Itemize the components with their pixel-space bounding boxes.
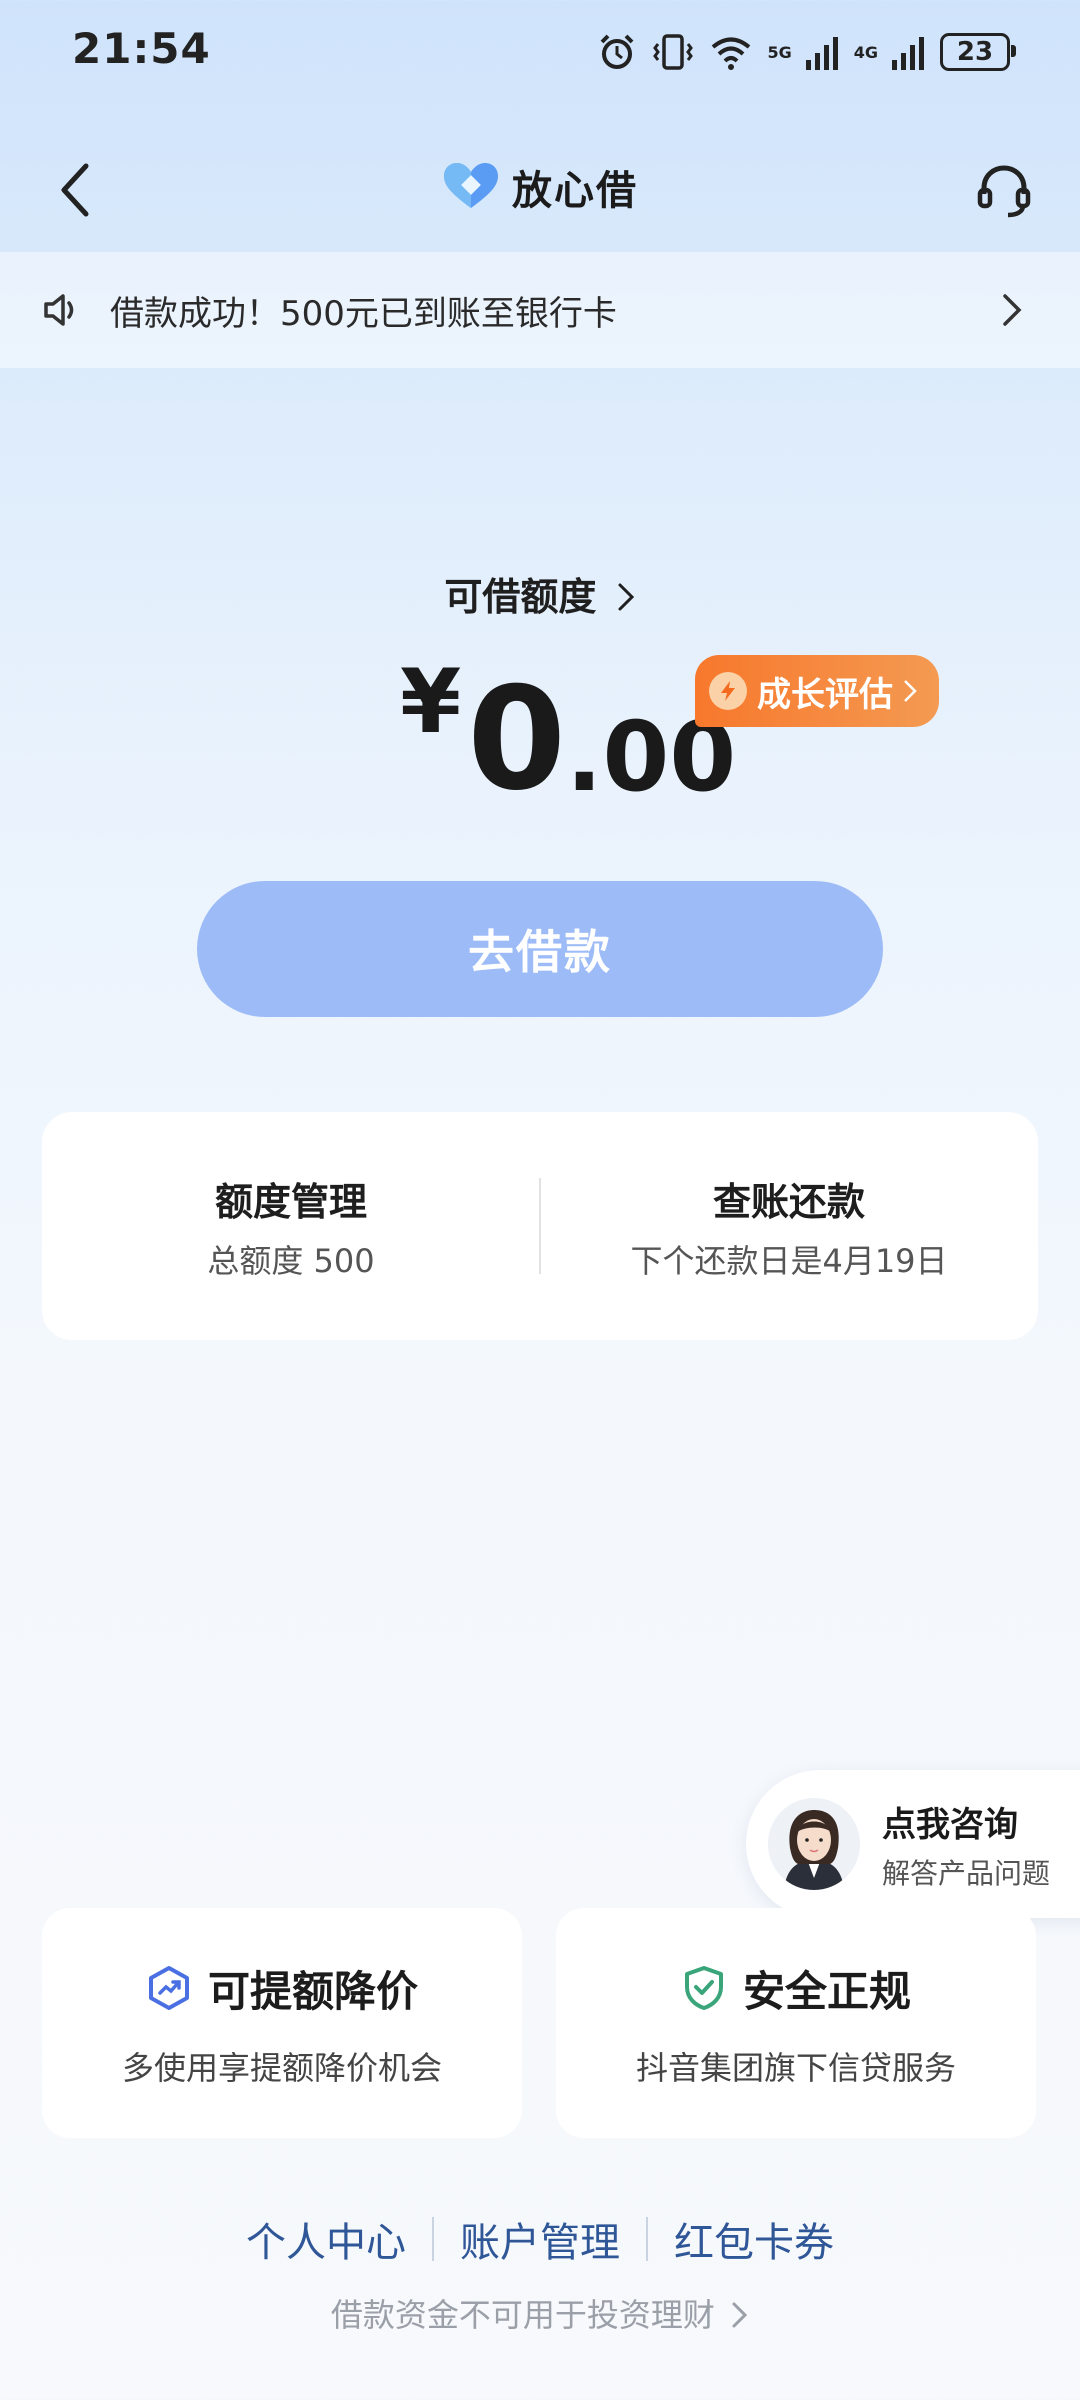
bill-repayment-title: 查账还款 <box>712 1179 865 1224</box>
vibrate-icon <box>653 34 694 70</box>
chevron-right-icon <box>732 2302 748 2328</box>
disclaimer-link[interactable]: 借款资金不可用于投资理财 <box>0 2290 1080 2336</box>
network-5g-label: 5G <box>767 42 792 62</box>
disclaimer-text: 借款资金不可用于投资理财 <box>330 2296 715 2334</box>
headset-icon <box>977 165 1031 218</box>
personal-center-link[interactable]: 个人中心 <box>220 2210 432 2268</box>
status-icons: 5G 4G 23 <box>597 28 1016 76</box>
consult-title: 点我咨询 <box>882 1804 1018 1845</box>
amount-integer: 0 <box>467 657 567 822</box>
battery-indicator: 23 <box>940 33 1016 71</box>
footer-links: 个人中心 账户管理 红包卡券 <box>0 2210 1080 2268</box>
notice-text: 借款成功！500元已到账至银行卡 <box>110 293 617 334</box>
chevron-right-icon <box>618 583 634 611</box>
feature-title: 安全正规 <box>742 1966 911 2016</box>
next-repayment-date: 下个还款日是4月19日 <box>630 1241 948 1280</box>
customer-service-button[interactable] <box>964 150 1044 230</box>
chevron-right-icon <box>904 680 917 702</box>
account-card: 额度管理 总额度 500 查账还款 下个还款日是4月19日 <box>42 1112 1038 1340</box>
network-4g-label: 4G <box>853 42 878 62</box>
agent-avatar <box>768 1798 860 1890</box>
brand: 放心借 <box>0 158 1080 216</box>
battery-level: 23 <box>956 37 994 67</box>
coupons-link[interactable]: 红包卡券 <box>648 2210 860 2268</box>
wifi-icon <box>712 37 751 70</box>
account-management-link[interactable]: 账户管理 <box>434 2210 646 2268</box>
growth-assessment-badge[interactable]: 成长评估 <box>695 655 939 727</box>
check-shield-icon <box>684 1966 723 2010</box>
total-limit-text: 总额度 500 <box>207 1241 375 1280</box>
limit-management-title: 额度管理 <box>214 1179 367 1224</box>
signal-4g-icon <box>892 37 924 70</box>
consult-subtitle: 解答产品问题 <box>882 1856 1051 1890</box>
heart-logo-icon <box>444 163 498 208</box>
chevron-right-icon <box>1003 294 1022 326</box>
notice-bar[interactable]: 借款成功！500元已到账至银行卡 <box>0 252 1080 368</box>
credit-amount: ¥ 0 .00 <box>400 650 736 811</box>
badge-label: 成长评估 <box>757 674 893 715</box>
limit-management[interactable]: 额度管理 总额度 500 <box>42 1112 540 1340</box>
bill-repayment[interactable]: 查账还款 下个还款日是4月19日 <box>540 1112 1038 1340</box>
signal-5g-icon <box>805 37 838 70</box>
feature-subtitle: 抖音集团旗下信贷服务 <box>635 2048 956 2087</box>
credit-limit-link[interactable]: 可借额度 <box>0 566 1080 621</box>
credit-label: 可借额度 <box>444 575 597 619</box>
borrow-button[interactable]: 去借款 <box>197 881 883 1017</box>
currency-symbol: ¥ <box>400 650 462 753</box>
feature-subtitle: 多使用享提额降价机会 <box>121 2048 442 2087</box>
status-time: 21:54 <box>72 24 211 73</box>
consult-button[interactable]: 点我咨询 解答产品问题 <box>746 1770 1080 1918</box>
feature-card-security[interactable]: 安全正规 抖音集团旗下信贷服务 <box>556 1908 1036 2138</box>
trend-up-shield-icon <box>148 1966 189 2010</box>
lightning-icon <box>709 672 747 710</box>
app-name: 放心借 <box>512 168 638 214</box>
feature-card-limit-increase[interactable]: 可提额降价 多使用享提额降价机会 <box>42 1908 522 2138</box>
alarm-icon <box>601 34 634 69</box>
feature-title: 可提额降价 <box>207 1966 418 2016</box>
speaker-icon <box>44 294 74 326</box>
